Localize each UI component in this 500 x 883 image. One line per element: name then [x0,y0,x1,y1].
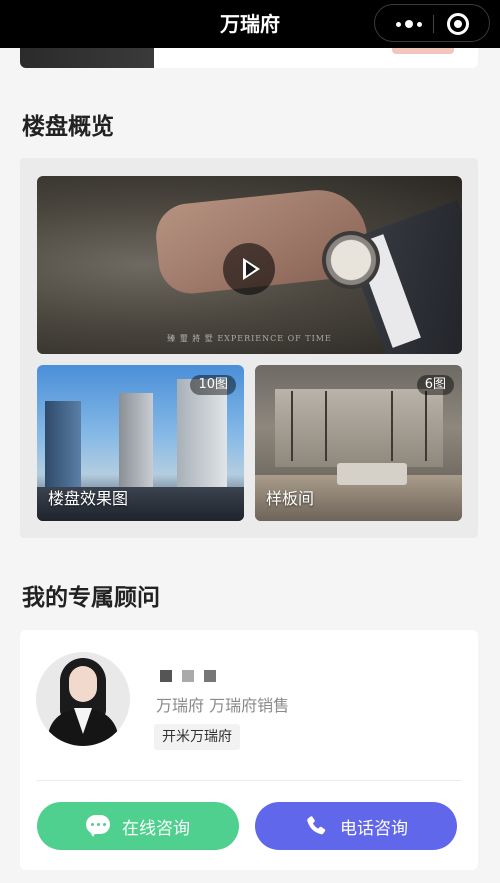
room-shelf-image [391,391,393,461]
phone-icon [307,816,326,835]
online-consult-button[interactable]: 在线咨询 [37,802,239,850]
previous-card-image [20,48,154,68]
divider [36,780,462,781]
capsule-divider [433,15,434,33]
avatar-face [69,666,97,702]
photo-count-badge: 6图 [416,375,454,395]
advisor-card: 万瑞府 万瑞府销售 开米万瑞府 在线咨询 电话咨询 [20,630,478,870]
rendering-gallery-tile[interactable]: 10图 楼盘效果图 [37,365,244,521]
top-navigation-bar: 万瑞府 [0,0,500,48]
mini-program-capsule [374,4,490,42]
tile-label: 楼盘效果图 [48,489,129,508]
overview-section-title: 楼盘概览 [22,114,114,140]
previous-card-badge [392,48,454,54]
target-icon[interactable] [447,13,469,35]
project-video[interactable]: 臻 璽 將 墅 EXPERIENCE OF TIME [37,176,462,354]
phone-consult-button[interactable]: 电话咨询 [255,802,457,850]
name-mask-block [204,670,216,682]
online-consult-label: 在线咨询 [122,818,190,839]
phone-consult-label: 电话咨询 [340,818,408,839]
play-icon[interactable] [223,243,275,295]
more-dots-icon[interactable] [389,14,429,34]
room-wall-image [275,389,443,467]
showroom-gallery-tile[interactable]: 6图 样板间 [255,365,462,521]
video-watch-image [322,231,380,289]
photo-count-badge: 10图 [190,375,236,395]
advisor-section-title: 我的专属顾问 [22,585,160,611]
avatar[interactable] [36,652,130,746]
video-caption: 臻 璽 將 墅 EXPERIENCE OF TIME [167,334,332,343]
advisor-name-masked [160,670,216,682]
room-bench-image [337,463,407,485]
room-shelf-image [325,391,327,461]
previous-card-fragment [20,48,478,68]
tile-label: 样板间 [266,489,315,508]
overview-panel: 臻 璽 將 墅 EXPERIENCE OF TIME 10图 楼盘效果图 6图 … [20,158,478,538]
name-mask-block [160,670,172,682]
advisor-company: 万瑞府 万瑞府销售 [156,696,290,715]
room-shelf-image [291,391,293,461]
chat-bubble-icon [86,815,110,837]
room-shelf-image [425,391,427,461]
name-mask-block [182,670,194,682]
advisor-tag: 开米万瑞府 [154,724,240,750]
